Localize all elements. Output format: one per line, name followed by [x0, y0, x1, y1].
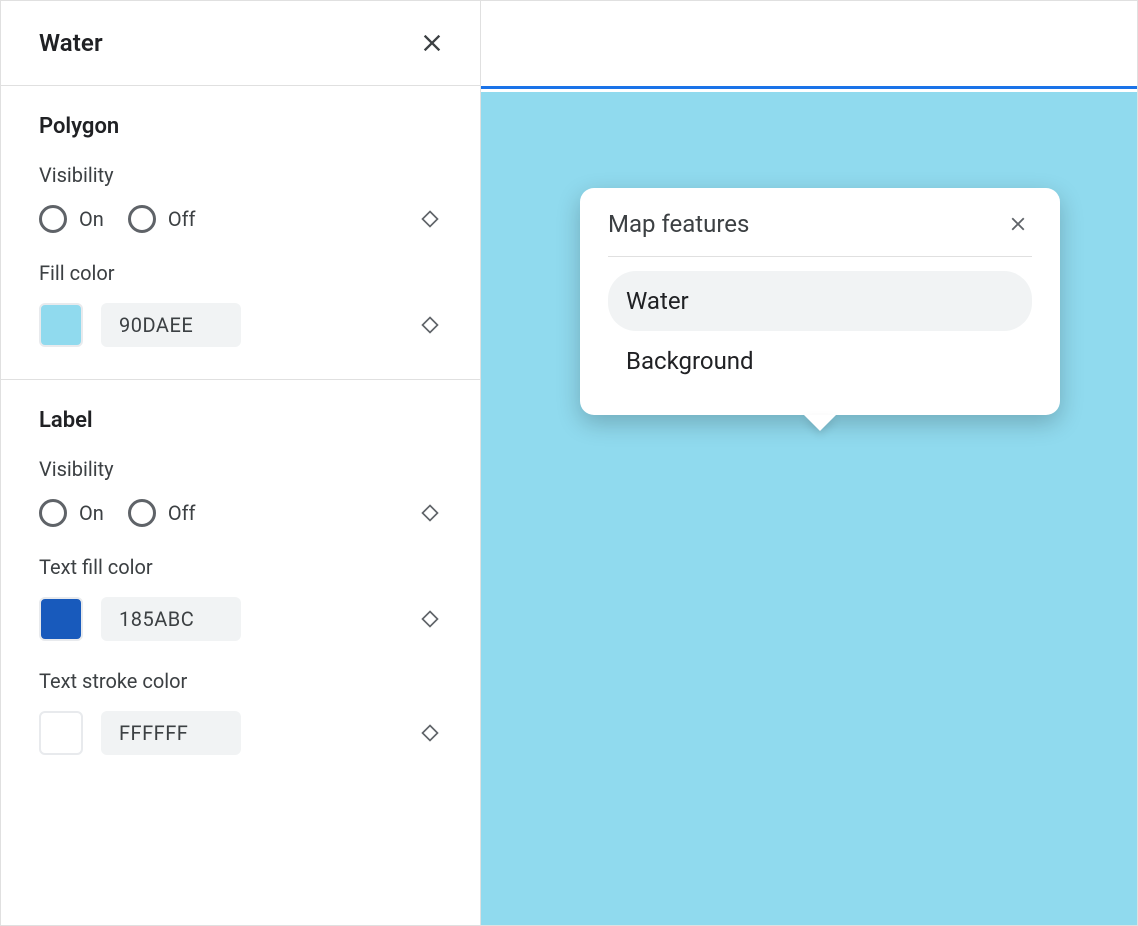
polygon-visibility-label: Visibility [39, 163, 442, 187]
text-stroke-swatch[interactable] [39, 711, 83, 755]
close-panel-button[interactable] [412, 23, 452, 63]
close-icon [1007, 213, 1029, 235]
radio-label-off: Off [168, 207, 196, 231]
diamond-icon [420, 723, 440, 743]
close-icon [418, 29, 446, 57]
label-visibility-off-radio[interactable]: Off [128, 499, 196, 527]
preview-topbar [481, 1, 1137, 89]
radio-label-off: Off [168, 501, 196, 525]
radio-icon [128, 205, 156, 233]
label-section-title: Label [39, 408, 442, 433]
polygon-fill-hex-input[interactable] [101, 303, 241, 347]
popup-item-background[interactable]: Background [608, 331, 1032, 391]
text-fill-color-label: Text fill color [39, 555, 442, 579]
text-fill-swatch[interactable] [39, 597, 83, 641]
radio-icon [39, 205, 67, 233]
polygon-section: Polygon Visibility On Off Fill [1, 86, 480, 380]
popup-close-button[interactable] [1004, 210, 1032, 238]
popup-title: Map features [608, 210, 749, 238]
style-panel: Water Polygon Visibility On Off [1, 1, 481, 925]
polygon-visibility-reset-button[interactable] [418, 207, 442, 231]
text-fill-reset-button[interactable] [418, 607, 442, 631]
polygon-section-title: Polygon [39, 114, 442, 139]
radio-label-on: On [79, 207, 104, 231]
label-visibility-reset-button[interactable] [418, 501, 442, 525]
panel-header: Water [1, 1, 480, 86]
label-section: Label Visibility On Off Text fi [1, 380, 480, 787]
polygon-visibility-off-radio[interactable]: Off [128, 205, 196, 233]
diamond-icon [420, 609, 440, 629]
radio-icon [39, 499, 67, 527]
polygon-visibility-on-radio[interactable]: On [39, 205, 104, 233]
text-stroke-color-label: Text stroke color [39, 669, 442, 693]
radio-icon [128, 499, 156, 527]
text-stroke-reset-button[interactable] [418, 721, 442, 745]
map-features-popup: Map features Water Background [580, 188, 1060, 415]
polygon-fill-color-label: Fill color [39, 261, 442, 285]
text-fill-hex-input[interactable] [101, 597, 241, 641]
popup-item-water[interactable]: Water [608, 271, 1032, 331]
panel-title: Water [39, 29, 103, 57]
polygon-fill-swatch[interactable] [39, 303, 83, 347]
radio-label-on: On [79, 501, 104, 525]
diamond-icon [420, 503, 440, 523]
diamond-icon [420, 209, 440, 229]
polygon-fill-reset-button[interactable] [418, 313, 442, 337]
label-visibility-label: Visibility [39, 457, 442, 481]
label-visibility-on-radio[interactable]: On [39, 499, 104, 527]
text-stroke-hex-input[interactable] [101, 711, 241, 755]
map-preview [481, 1, 1137, 925]
diamond-icon [420, 315, 440, 335]
